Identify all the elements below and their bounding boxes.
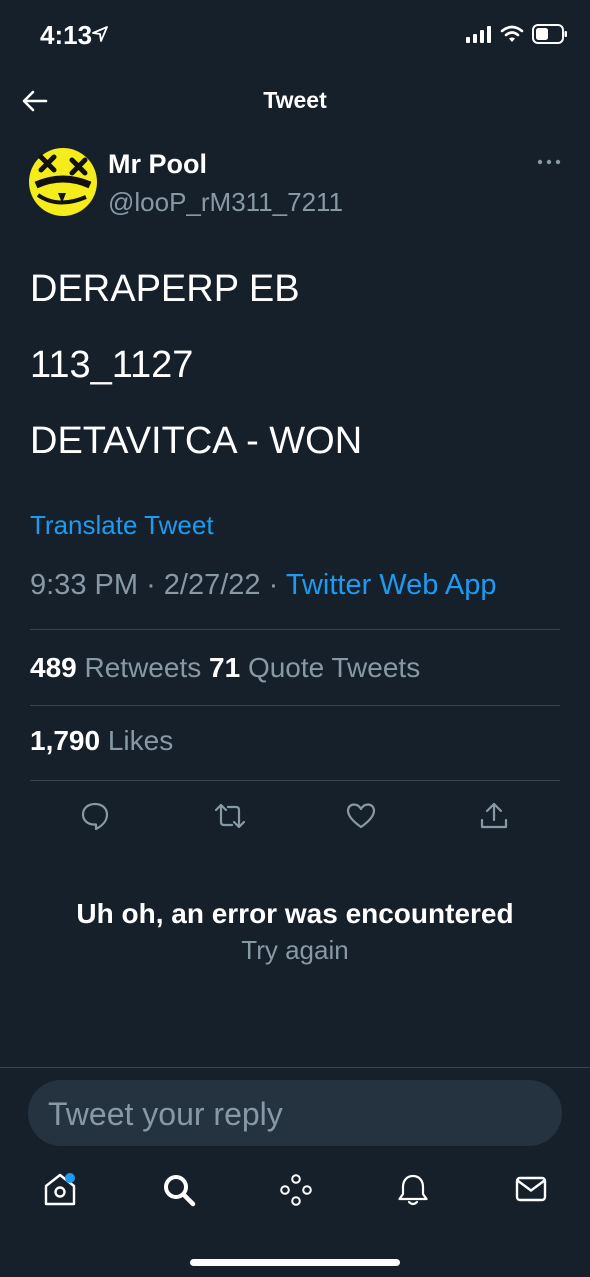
status-time: 4:13 <box>40 20 93 50</box>
top-navigation: Tweet <box>0 70 590 132</box>
wifi-icon <box>500 25 524 48</box>
display-name[interactable]: Mr Pool <box>108 149 207 180</box>
tweet-source-link[interactable]: Twitter Web App <box>286 569 497 601</box>
tweet-text-line: DETAVITCA - WON <box>30 420 363 462</box>
try-again-button[interactable]: Try again <box>0 935 590 966</box>
likes-stat[interactable]: 1,790 Likes <box>30 725 173 757</box>
retweets-count: 489 <box>30 652 77 683</box>
divider <box>30 629 560 630</box>
tweet-actions <box>0 800 590 840</box>
tweet-time: 9:33 PM <box>30 569 138 601</box>
tweet-text-line: 113_1127 <box>30 344 194 386</box>
spaces-icon[interactable] <box>278 1172 314 1208</box>
divider <box>30 780 560 781</box>
divider <box>30 705 560 706</box>
user-handle[interactable]: @looP_rM311_7211 <box>108 187 343 218</box>
tweet-metadata: 9:33 PM · 2/27/22 · Twitter Web App <box>30 569 496 602</box>
reply-icon[interactable] <box>79 800 111 832</box>
new-tweets-indicator <box>65 1173 75 1183</box>
notifications-icon[interactable] <box>396 1172 432 1208</box>
tweet-detail-screen: 4:13 Tweet Mr Pool @looP_rM311_7211 DERA… <box>0 0 590 1277</box>
share-stats: 489 Retweets 71 Quote Tweets <box>30 652 420 684</box>
retweets-stat[interactable]: 489 Retweets <box>30 652 201 683</box>
share-icon[interactable] <box>478 800 510 832</box>
likes-label: Likes <box>107 725 174 756</box>
retweets-label: Retweets <box>84 652 202 683</box>
status-bar: 4:13 <box>0 0 590 70</box>
quotes-count: 71 <box>209 652 241 683</box>
likes-count: 1,790 <box>30 725 101 756</box>
meta-separator: · <box>268 569 279 601</box>
tweet-author: Mr Pool @looP_rM311_7211 <box>28 145 562 225</box>
meta-separator: · <box>146 569 156 601</box>
like-icon[interactable] <box>345 800 377 832</box>
avatar[interactable] <box>28 147 98 217</box>
quotes-label: Quote Tweets <box>247 652 421 683</box>
bottom-tab-bar <box>0 1160 590 1230</box>
tweet-text-line: DERAPERP EB <box>30 268 300 310</box>
retweet-icon[interactable] <box>214 800 246 832</box>
translate-tweet-link[interactable]: Translate Tweet <box>30 510 214 541</box>
error-message: Uh oh, an error was encountered <box>76 898 514 929</box>
location-arrow-icon <box>92 26 108 47</box>
search-icon[interactable] <box>161 1172 197 1208</box>
battery-icon <box>532 24 568 49</box>
more-icon[interactable] <box>536 155 562 167</box>
messages-icon[interactable] <box>514 1172 550 1208</box>
reply-input[interactable] <box>46 1080 540 1148</box>
home-indicator[interactable] <box>190 1259 400 1266</box>
signal-icon <box>466 25 492 48</box>
reply-composer <box>28 1080 562 1148</box>
page-title: Tweet <box>263 87 327 113</box>
status-indicators <box>466 24 568 49</box>
tweet-date: 2/27/22 <box>163 569 261 601</box>
quotes-stat[interactable]: 71 Quote Tweets <box>209 652 420 683</box>
divider <box>0 1067 590 1068</box>
